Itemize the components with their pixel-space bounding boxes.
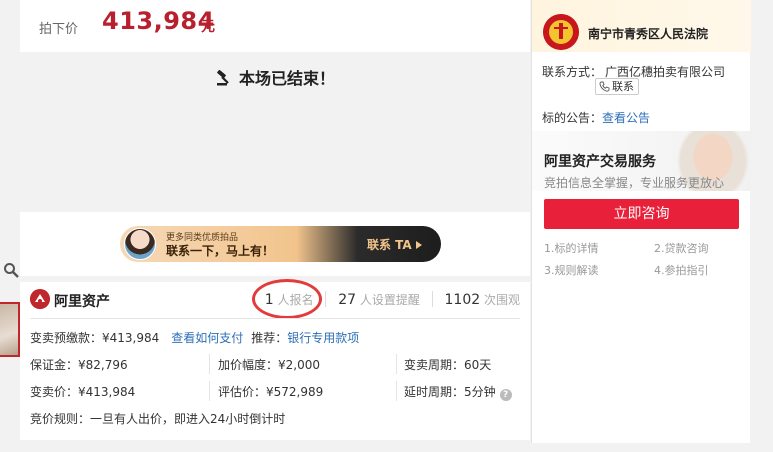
- zoom-icon[interactable]: [3, 262, 19, 278]
- gallery-thumbnail[interactable]: [0, 302, 20, 357]
- margin-value: 保证金：¥82,796: [30, 358, 128, 372]
- contact-button[interactable]: 联系: [595, 78, 639, 95]
- auction-ended-message: 本场已结束！: [20, 65, 530, 89]
- increment-value: 加价幅度：¥2,000: [218, 358, 320, 372]
- auction-ended-text: 本场已结束！: [238, 69, 335, 88]
- highlight-circle-annotation: [252, 279, 322, 319]
- delay-period-value: 延时周期：5分钟: [404, 385, 496, 399]
- views-label: 次围观: [483, 293, 520, 307]
- ad-area: 更多同类优质拍品 联系一下，马上有！ 联系 TA: [20, 212, 530, 276]
- bank-account-link[interactable]: 银行专用款项: [287, 331, 359, 345]
- brand-name: 阿里资产: [54, 294, 110, 310]
- how-to-pay-link[interactable]: 查看如何支付: [171, 331, 243, 345]
- column-divider: [209, 381, 210, 401]
- sale-price-value: 变卖价：¥413,984: [30, 385, 136, 399]
- notice-label: 标的公告：: [542, 111, 603, 125]
- detail-row: 保证金：¥82,796 加价幅度：¥2,000 变卖周期：60天: [30, 354, 525, 383]
- court-name[interactable]: 南宁市青秀区人民法院: [588, 25, 708, 42]
- step-item[interactable]: 2.贷款咨询: [654, 240, 709, 256]
- stats-divider: [325, 291, 327, 307]
- reminders-count: 27: [338, 292, 357, 308]
- help-icon[interactable]: ?: [499, 389, 512, 401]
- consult-now-button[interactable]: 立即咨询: [544, 199, 739, 229]
- service-subtitle: 竞拍信息全掌握，专业服务更放心: [544, 176, 725, 190]
- contact-button-label: 联系: [612, 80, 634, 93]
- reminders-label: 人设置提醒: [359, 293, 420, 307]
- thumbnail-strip: [0, 0, 20, 452]
- view-notice-link[interactable]: 查看公告: [602, 109, 650, 126]
- bidding-rule: 竞价规则：一旦有人出价，即进入24小时倒计时: [30, 412, 286, 426]
- service-title: 阿里资产交易服务: [544, 154, 656, 170]
- price-label: 拍下价: [39, 22, 79, 37]
- deposit-row: 变卖预缴款：¥413,984 查看如何支付 推荐：银行专用款项: [30, 329, 525, 356]
- sale-period-value: 变卖周期：60天: [404, 358, 492, 372]
- contact-label: 联系方式：: [542, 65, 603, 79]
- delay-period: 延时周期：5分钟?: [404, 383, 512, 401]
- column-divider: [396, 381, 397, 401]
- deposit-info: 变卖预缴款：¥413,984 查看如何支付 推荐：银行专用款项: [30, 329, 359, 346]
- main-column: 拍下价 413,984 元 本场已结束！ 更多同类优质拍品 联系一下，马上有！ …: [20, 0, 530, 452]
- rule-row: 竞价规则：一旦有人出价，即进入24小时倒计时: [30, 410, 525, 437]
- phone-icon: [599, 81, 610, 92]
- court-header: 南宁市青秀区人民法院: [532, 0, 751, 52]
- column-divider: [209, 354, 210, 374]
- column-divider: [396, 354, 397, 374]
- court-emblem-icon: [543, 14, 579, 50]
- divider: [30, 318, 520, 319]
- deposit-label: 变卖预缴款：¥413,984: [30, 331, 160, 345]
- stats-divider: [431, 291, 433, 307]
- step-item[interactable]: 1.标的详情: [544, 240, 599, 256]
- ad-contact-button[interactable]: 联系 TA: [367, 236, 422, 253]
- price-value: 413,984: [102, 7, 215, 35]
- auction-details: 变卖预缴款：¥413,984 查看如何支付 推荐：银行专用款项 保证金：¥82,79…: [30, 329, 525, 437]
- auction-status-panel: 本场已结束！: [20, 52, 530, 212]
- agent-avatar: [124, 228, 156, 260]
- play-arrow-icon: [415, 241, 422, 249]
- ali-assets-logo-icon: [30, 289, 50, 309]
- auction-info-panel: 阿里资产 1 人报名 27 人设置提醒 1102 次围观 变卖预缴款：¥413,…: [20, 279, 530, 440]
- service-banner: 阿里资产交易服务 竞拍信息全掌握，专业服务更放心: [532, 131, 751, 191]
- views-count: 1102: [444, 292, 481, 308]
- detail-row: 变卖价：¥413,984 评估价：¥572,989 延时周期：5分钟?: [30, 381, 525, 410]
- auction-page: 拍下价 413,984 元 本场已结束！ 更多同类优质拍品 联系一下，马上有！ …: [0, 0, 773, 452]
- price-unit: 元: [201, 19, 215, 35]
- valuation-value: 评估价：¥572,989: [218, 385, 324, 399]
- sidebar: 南宁市青秀区人民法院 联系方式： 广西亿穗拍卖有限公司 联系 标的公告： 查看公…: [531, 0, 751, 443]
- contact-ad-banner[interactable]: 更多同类优质拍品 联系一下，马上有！ 联系 TA: [120, 226, 441, 262]
- step-item[interactable]: 4.参拍指引: [654, 262, 709, 278]
- ad-headline: 联系一下，马上有！: [166, 244, 275, 258]
- price-bar: 拍下价 413,984 元: [20, 0, 530, 52]
- ad-contact-label: 联系 TA: [367, 238, 412, 252]
- gavel-icon: [216, 70, 229, 86]
- recommend-label: 推荐：: [251, 331, 288, 345]
- step-item[interactable]: 3.规则解读: [544, 262, 599, 278]
